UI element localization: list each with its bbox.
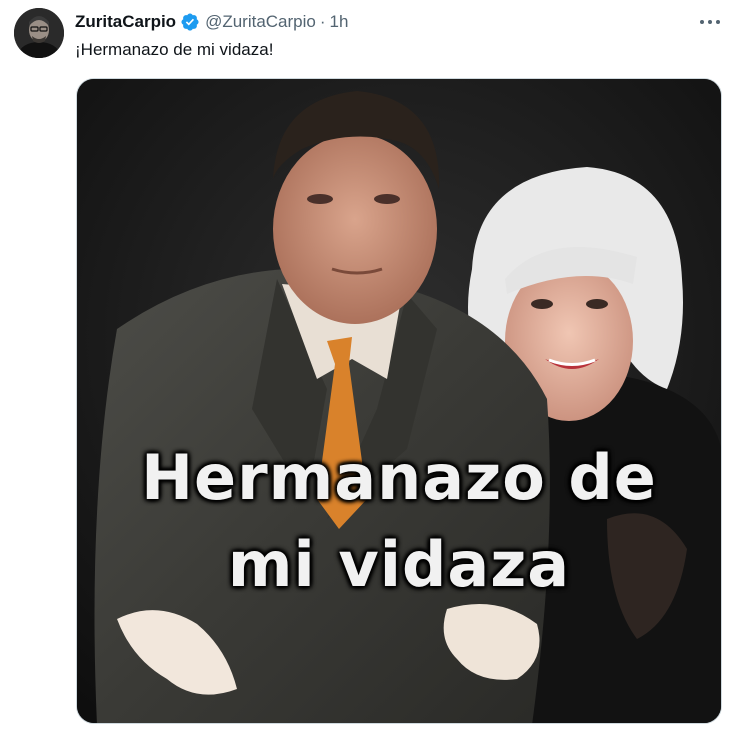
more-options-button[interactable] bbox=[690, 8, 730, 36]
tweet-header: ZuritaCarpio @ZuritaCarpio · 1h bbox=[75, 11, 348, 33]
timestamp[interactable]: 1h bbox=[330, 12, 349, 32]
more-options-icon bbox=[700, 20, 704, 24]
display-name[interactable]: ZuritaCarpio bbox=[75, 12, 176, 32]
image-caption-line1: Hermanazo de bbox=[141, 441, 657, 514]
avatar-image bbox=[14, 8, 64, 58]
user-handle[interactable]: @ZuritaCarpio bbox=[205, 12, 316, 32]
tweet-text: ¡Hermanazo de mi vidaza! bbox=[75, 40, 274, 59]
photo-illustration bbox=[77, 79, 721, 723]
separator-dot: · bbox=[319, 12, 326, 31]
verified-badge-icon bbox=[180, 12, 200, 32]
image-caption-line2: mi vidaza bbox=[227, 528, 571, 601]
tweet-media-image[interactable]: Hermanazo de mi vidaza bbox=[76, 78, 722, 724]
avatar[interactable] bbox=[14, 8, 64, 58]
